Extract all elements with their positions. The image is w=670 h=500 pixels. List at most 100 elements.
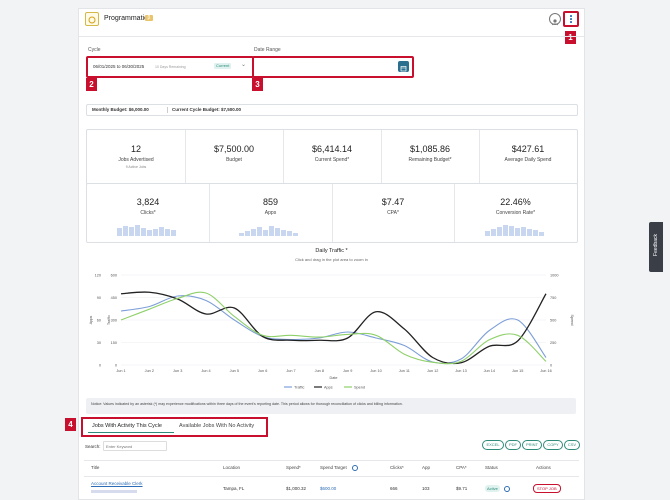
traffic-axis-tick: 450 bbox=[111, 296, 117, 300]
apps-axis-tick: 0 bbox=[99, 363, 101, 367]
x-axis-tick: Jun 9 bbox=[343, 369, 352, 373]
current-spend-value: $6,414.14 bbox=[311, 144, 353, 154]
spend-axis-tick: 750 bbox=[550, 296, 556, 300]
jobs-advertised-label: Jobs Advertised bbox=[118, 157, 154, 163]
feedback-tab[interactable]: Feedback bbox=[649, 222, 663, 272]
conversion-rate-label: Conversion Rate* bbox=[495, 210, 536, 216]
export-csv-button[interactable]: CSV bbox=[564, 440, 580, 450]
apps-sparkline bbox=[239, 222, 301, 236]
col-header-status[interactable]: Status bbox=[485, 465, 498, 470]
avg-daily-spend-label: Average Daily Spend bbox=[504, 157, 552, 163]
col-header-spend-target[interactable]: Spend Target bbox=[320, 465, 347, 470]
callout-4: 4 bbox=[65, 418, 76, 431]
x-axis-tick: Jun 2 bbox=[145, 369, 154, 373]
spend-axis-label: Spend bbox=[570, 315, 574, 326]
col-header-spend[interactable]: Spend* bbox=[286, 465, 301, 470]
export-pdf-button[interactable]: PDF bbox=[505, 440, 521, 450]
page-title: Programmatic bbox=[104, 15, 148, 22]
traffic-axis-tick: 0 bbox=[115, 363, 117, 367]
app-logo-icon bbox=[85, 12, 99, 26]
job-title-link[interactable]: Account Receivable Clerk bbox=[91, 481, 143, 486]
traffic-axis-label: Traffic bbox=[107, 315, 111, 325]
col-header-cpa[interactable]: CPA* bbox=[456, 465, 467, 470]
date-range-input[interactable] bbox=[252, 56, 414, 78]
cycle-value: 06/01/2025 to 06/30/2025 bbox=[93, 64, 145, 69]
monthly-budget: Monthly Budget: $6,000.00 bbox=[92, 107, 149, 112]
job-spend-target[interactable]: $600.00 bbox=[320, 486, 336, 491]
chart-subtitle: Click and drag in the plot area to zoom … bbox=[295, 257, 368, 262]
calendar-button[interactable] bbox=[398, 61, 409, 72]
apps-label: Apps bbox=[264, 210, 277, 216]
cycle-select[interactable]: 06/01/2025 to 06/30/2025 10 Days Remaini… bbox=[86, 56, 254, 78]
cpa-label: CPA* bbox=[387, 210, 399, 216]
calendar-icon bbox=[400, 66, 407, 72]
x-axis-tick: Jun 13 bbox=[455, 369, 466, 373]
job-cpa: $9.71 bbox=[456, 486, 468, 491]
x-axis-tick: Jun 11 bbox=[399, 369, 410, 373]
budget-value: $7,500.00 bbox=[213, 144, 255, 154]
col-header-location[interactable]: Location bbox=[223, 465, 240, 470]
x-axis-tick: Jun 6 bbox=[258, 369, 267, 373]
col-header-clicks[interactable]: Clicks* bbox=[390, 465, 404, 470]
x-axis-tick: Jun 14 bbox=[484, 369, 495, 373]
search-label: Search: bbox=[85, 444, 101, 449]
info-icon bbox=[352, 465, 358, 471]
active-jobs-count: 9 Active Jobs bbox=[125, 165, 147, 169]
apps-axis-tick: 90 bbox=[97, 296, 101, 300]
x-axis-tick: Jun 8 bbox=[315, 369, 324, 373]
tabs-group: Jobs With Activity This Cycle Available … bbox=[81, 417, 268, 437]
clicks-sparkline bbox=[117, 222, 179, 236]
apps-axis-tick: 120 bbox=[95, 273, 101, 277]
callout-1: 1 bbox=[565, 31, 576, 44]
x-axis-tick: Jun 15 bbox=[512, 369, 523, 373]
spend-axis-tick: 0 bbox=[550, 363, 552, 367]
cycle-days-remaining: 10 Days Remaining bbox=[155, 64, 186, 69]
job-subtitle-redacted bbox=[91, 490, 137, 493]
job-apps: 103 bbox=[422, 486, 430, 491]
x-axis-tick: Jun 10 bbox=[370, 369, 381, 373]
apps-axis-tick: 60 bbox=[97, 318, 101, 322]
x-axis-tick: Jun 3 bbox=[173, 369, 182, 373]
budget-bar: Monthly Budget: $6,000.00 Current Cycle … bbox=[86, 104, 578, 116]
stop-job-button[interactable]: STOP JOB bbox=[533, 484, 561, 493]
x-axis-tick: Jun 7 bbox=[286, 369, 295, 373]
copy-button[interactable]: COPY bbox=[543, 440, 563, 450]
print-button[interactable]: PRINT bbox=[522, 440, 542, 450]
traffic-axis-tick: 150 bbox=[111, 341, 117, 345]
status-info-icon[interactable] bbox=[504, 486, 510, 492]
main-card: Programmatic β 1 Cycle 06/01/2025 to 06/… bbox=[78, 8, 585, 500]
x-axis-tick: Jun 5 bbox=[230, 369, 239, 373]
export-excel-button[interactable]: EXCEL bbox=[482, 440, 504, 450]
cpa-value: $7.47 bbox=[381, 197, 405, 207]
legend-label-traffic: Traffic bbox=[294, 385, 304, 389]
traffic-axis-tick: 600 bbox=[111, 273, 117, 277]
current-cycle-budget: Current Cycle Budget: $7,500.00 bbox=[172, 107, 242, 112]
spend-axis-tick: 1000 bbox=[550, 273, 558, 277]
notice-box: Notice: Values indicated by an asterisk … bbox=[86, 398, 576, 414]
tab-available-jobs-no-activity[interactable]: Available Jobs With No Activity bbox=[179, 423, 254, 429]
col-header-title[interactable]: Title bbox=[91, 465, 99, 470]
clicks-label: Clicks* bbox=[140, 210, 156, 216]
apps-axis-tick: 30 bbox=[97, 341, 101, 345]
stats-row-2: 3,824 Clicks* 859 Apps $7.47 CPA* 22.46%… bbox=[86, 183, 578, 243]
x-axis-tick: Jun 4 bbox=[201, 369, 210, 373]
apps-value: 859 bbox=[262, 197, 279, 207]
chevron-down-icon: ⌄ bbox=[241, 62, 247, 68]
tab-jobs-with-activity[interactable]: Jobs With Activity This Cycle bbox=[92, 423, 162, 429]
daily-traffic-chart[interactable]: 0 0 0 30 150 250 60 300 500 90 450 750 120 600 1000 App… bbox=[79, 263, 584, 395]
traffic-axis-tick: 300 bbox=[111, 318, 117, 322]
kebab-menu-icon bbox=[570, 15, 572, 23]
date-range-label: Date Range bbox=[254, 47, 281, 53]
search-input[interactable] bbox=[103, 441, 167, 451]
jobs-advertised-value: 12 bbox=[130, 144, 141, 154]
avg-daily-spend-value: $427.61 bbox=[511, 144, 545, 154]
job-clicks: 666 bbox=[390, 486, 398, 491]
conversion-rate-value: 22.46% bbox=[500, 197, 531, 207]
user-avatar-icon[interactable] bbox=[549, 13, 561, 26]
col-header-actions: Actions bbox=[536, 465, 551, 470]
x-axis-tick: Jun 1 bbox=[116, 369, 125, 373]
col-header-app[interactable]: App bbox=[422, 465, 430, 470]
more-options-button[interactable] bbox=[563, 11, 579, 27]
feedback-label: Feedback bbox=[653, 234, 659, 256]
legend-label-apps: Apps bbox=[324, 385, 333, 389]
